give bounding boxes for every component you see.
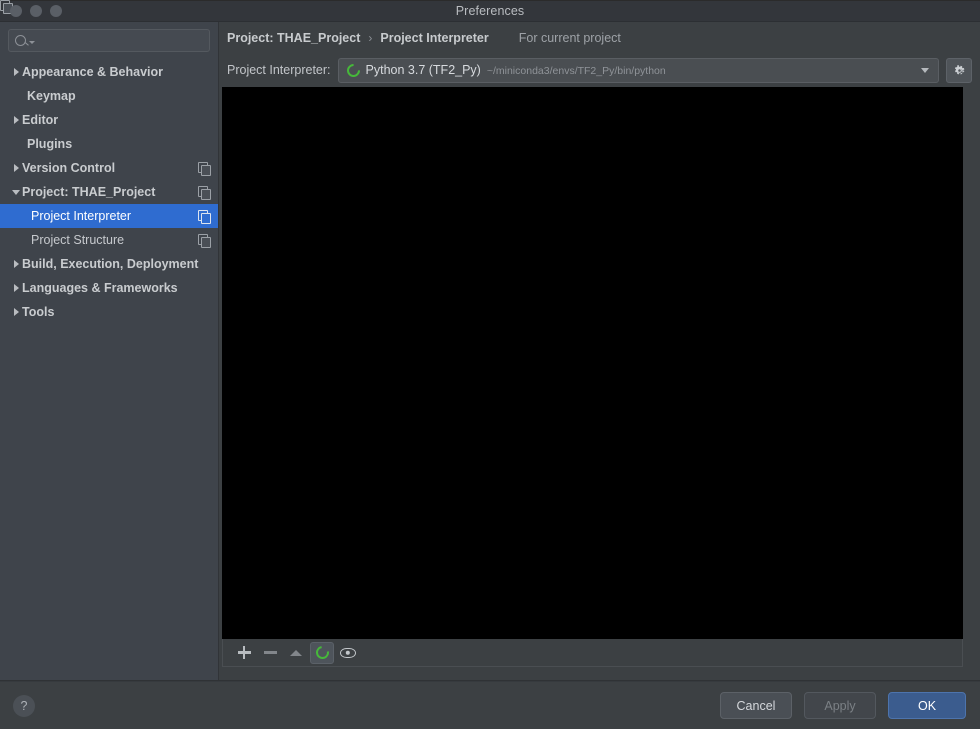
interpreter-path: ~/miniconda3/envs/TF2_Py/bin/python (486, 64, 666, 77)
maximize-button[interactable] (50, 4, 62, 17)
chevron-right-icon (13, 284, 19, 292)
sidebar-item-tools[interactable]: Tools (0, 300, 218, 324)
sidebar-item-languages-frameworks[interactable]: Languages & Frameworks (0, 276, 218, 300)
project-interpreter-select[interactable]: Python 3.7 (TF2_Py) ~/miniconda3/envs/TF… (337, 57, 939, 83)
minus-icon (263, 651, 277, 654)
sidebar-item-label: Version Control (22, 161, 116, 175)
search-box[interactable] (8, 29, 210, 52)
ok-button[interactable]: OK (888, 692, 966, 719)
tree-expand-toggle[interactable] (10, 68, 22, 76)
sidebar-item-project-thae-project[interactable]: Project: THAE_Project (0, 180, 218, 204)
sidebar-item-editor[interactable]: Editor (0, 108, 218, 132)
duplicate-icon (198, 186, 211, 200)
chevron-down-icon[interactable] (29, 41, 35, 44)
breadcrumb: Project: THAE_Project › Project Interpre… (219, 22, 980, 53)
chevron-right-icon (13, 116, 19, 124)
plus-icon (237, 646, 251, 659)
sidebar-item-label: Project Interpreter (31, 209, 132, 223)
sidebar-item-label: Languages & Frameworks (22, 281, 178, 295)
cancel-button[interactable]: Cancel (720, 692, 792, 719)
search-icon (15, 35, 26, 46)
duplicate-icon (198, 162, 211, 176)
apply-button[interactable]: Apply (804, 692, 876, 719)
breadcrumb-item-project[interactable]: Project: THAE_Project (227, 31, 360, 45)
for-current-project-note: For current project (513, 31, 621, 45)
sidebar-item-label: Build, Execution, Deployment (22, 257, 199, 271)
preferences-window: Preferences Appearance & Behavior Keymap E… (0, 0, 980, 729)
packages-toolbar (222, 639, 963, 667)
breadcrumb-item-project-interpreter: Project Interpreter (380, 30, 489, 45)
uninstall-package-button[interactable] (258, 642, 282, 664)
title-bar: Preferences (0, 0, 980, 22)
search-input[interactable] (38, 33, 203, 48)
interpreter-settings-button[interactable] (946, 57, 972, 83)
sidebar-search-container (0, 22, 218, 58)
spinner-icon (312, 643, 332, 662)
project-interpreter-label: Project Interpreter: (227, 63, 331, 77)
sidebar-item-label: Plugins (27, 137, 73, 151)
install-package-button[interactable] (232, 642, 256, 664)
preferences-body: Appearance & Behavior Keymap Editor Plugins… (0, 22, 980, 681)
tree-expand-toggle[interactable] (10, 116, 22, 124)
window-title: Preferences (455, 3, 525, 18)
interpreter-name: Python 3.7 (TF2_Py) (365, 63, 481, 77)
chevron-right-icon (13, 260, 19, 268)
eye-icon (340, 647, 356, 658)
settings-tree: Appearance & Behavior Keymap Editor Plugins… (0, 58, 218, 680)
chevron-right-icon (13, 164, 19, 172)
sidebar-item-keymap[interactable]: Keymap (0, 84, 218, 108)
gear-icon (954, 64, 964, 74)
sidebar-item-project-interpreter[interactable]: Project Interpreter (0, 204, 218, 228)
tree-expand-toggle[interactable] (10, 164, 22, 172)
settings-sidebar: Appearance & Behavior Keymap Editor Plugins… (0, 22, 219, 680)
sidebar-item-plugins[interactable]: Plugins (0, 132, 218, 156)
tree-expand-toggle[interactable] (10, 308, 22, 316)
python-icon (343, 60, 363, 80)
tree-expand-toggle[interactable] (10, 260, 22, 268)
window-top-edge (0, 0, 980, 1)
packages-panel (222, 87, 963, 680)
settings-detail-panel: Project: THAE_Project › Project Interpre… (219, 22, 980, 680)
upgrade-package-button[interactable] (284, 642, 308, 664)
tree-expand-toggle[interactable] (10, 284, 22, 292)
sidebar-item-version-control[interactable]: Version Control (0, 156, 218, 180)
breadcrumb-separator: › (368, 30, 373, 45)
duplicate-icon (198, 234, 211, 248)
sidebar-item-label: Appearance & Behavior (22, 65, 164, 79)
show-early-releases-button[interactable] (336, 642, 360, 664)
sidebar-item-label: Project: THAE_Project (22, 185, 156, 199)
sidebar-item-appearance-behavior[interactable]: Appearance & Behavior (0, 60, 218, 84)
sidebar-item-label: Editor (22, 113, 59, 127)
arrow-up-icon (290, 649, 302, 656)
sidebar-item-build-execution-deployment[interactable]: Build, Execution, Deployment (0, 252, 218, 276)
traffic-light-group (10, 4, 62, 17)
tree-expand-toggle[interactable] (10, 189, 22, 195)
chevron-right-icon (13, 308, 19, 316)
installed-packages-table[interactable] (222, 87, 963, 639)
chevron-right-icon (13, 68, 19, 76)
project-interpreter-row: Project Interpreter: Python 3.7 (TF2_Py)… (219, 53, 980, 87)
close-button[interactable] (10, 4, 22, 17)
chevron-down-icon (12, 189, 20, 195)
sidebar-item-project-structure[interactable]: Project Structure (0, 228, 218, 252)
sidebar-item-label: Project Structure (31, 233, 125, 247)
minimize-button[interactable] (30, 4, 42, 17)
dialog-footer: ? Cancel Apply OK (0, 681, 980, 729)
loading-indicator (310, 641, 334, 664)
sidebar-item-label: Keymap (27, 89, 76, 103)
sidebar-item-label: Tools (22, 305, 55, 319)
for-current-project-label: For current project (518, 30, 621, 45)
help-button[interactable]: ? (13, 694, 35, 717)
interpreter-dropdown-toggle[interactable] (912, 59, 938, 82)
duplicate-icon (198, 210, 211, 224)
chevron-down-icon (921, 67, 929, 73)
